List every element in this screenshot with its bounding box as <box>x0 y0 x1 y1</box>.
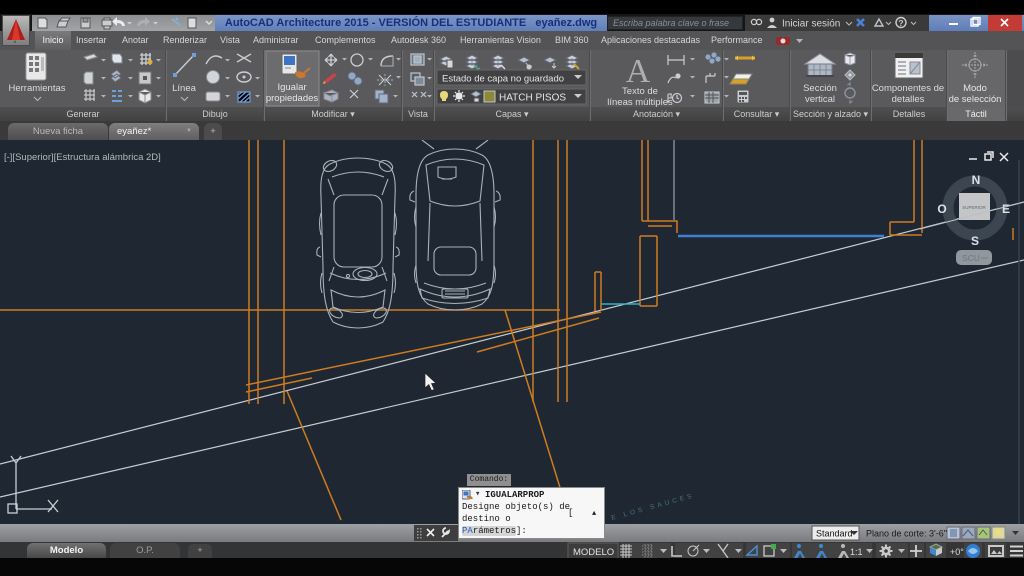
svg-text:Iniciar sesión: Iniciar sesión <box>782 19 840 30</box>
svg-text:E: E <box>1002 202 1010 216</box>
svg-text:vertical: vertical <box>805 94 835 105</box>
svg-text:+0°: +0° <box>950 547 964 557</box>
svg-text:Modo: Modo <box>963 83 987 94</box>
svg-text:SUPERIOR: SUPERIOR <box>962 205 986 210</box>
svg-text:O: O <box>937 202 946 216</box>
svg-text:S: S <box>971 234 979 248</box>
svg-text:Texto de: Texto de <box>622 86 658 97</box>
svg-text:E LOS SAUCES: E LOS SAUCES <box>611 492 696 522</box>
svg-text:?: ? <box>898 18 903 28</box>
svg-text:MODELO: MODELO <box>573 547 614 558</box>
svg-text:propiedades: propiedades <box>266 93 319 104</box>
svg-text:líneas múltiples: líneas múltiples <box>607 97 673 107</box>
svg-text:[-][Superior][Estructura alámb: [-][Superior][Estructura alámbrica 2D] <box>4 152 161 163</box>
svg-text:Componentes de: Componentes de <box>872 83 944 94</box>
svg-text:HATCH PISOS: HATCH PISOS <box>499 93 566 104</box>
svg-text:SCU: SCU <box>962 253 980 263</box>
svg-text:Línea: Línea <box>172 83 196 94</box>
svg-text:Herramientas: Herramientas <box>8 83 65 94</box>
svg-text:A: A <box>14 39 17 44</box>
svg-text:detalles: detalles <box>892 94 925 105</box>
svg-text:N: N <box>972 173 981 187</box>
svg-text:Plano de corte: 3'-6": Plano de corte: 3'-6" <box>866 529 947 539</box>
svg-text:Igualar: Igualar <box>277 82 306 93</box>
svg-text:A: A <box>626 53 651 90</box>
svg-text:Sección: Sección <box>803 83 837 94</box>
svg-text:Estado de capa no guardado: Estado de capa no guardado <box>442 74 564 85</box>
svg-text:Standard: Standard <box>816 529 853 539</box>
svg-text:1:1: 1:1 <box>850 547 863 557</box>
svg-text:de selección: de selección <box>949 94 1002 105</box>
